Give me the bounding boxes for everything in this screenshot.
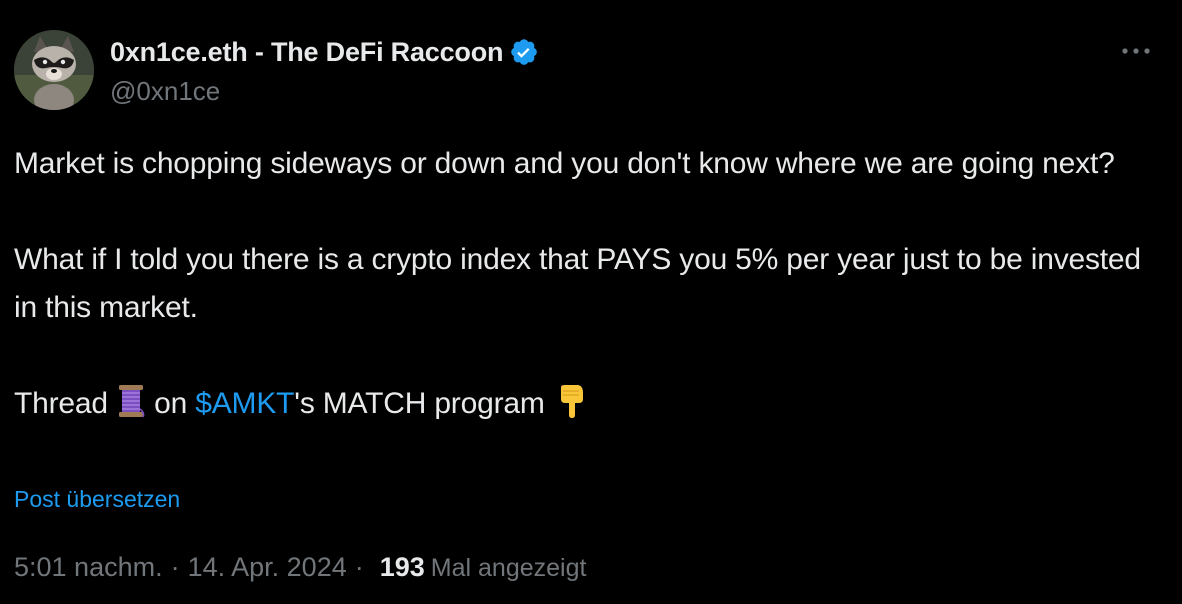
author-handle[interactable]: @0xn1ce [110,76,220,107]
author-name-row: 0xn1ce.eth - The DeFi Raccoon [110,34,539,70]
backhand-index-pointing-down-emoji [553,383,587,434]
tweet-meta: 5:01 nachm. · 14. Apr. 2024 · 193 Mal an… [14,552,586,583]
tweet-paragraph-3: Thread on $AMKT's MATCH program [14,380,1154,434]
verified-badge-icon[interactable] [509,37,539,67]
tweet-time[interactable]: 5:01 nachm. [14,552,163,583]
tweet-card: 0xn1ce.eth - The DeFi Raccoon @0xn1ce Ma… [0,0,1182,604]
spool-of-thread-emoji [116,383,146,434]
on-word: on [154,387,188,420]
tweet-paragraph-2: What if I told you there is a crypto ind… [14,243,1141,324]
meta-separator: · [170,552,180,582]
thread-word: Thread [14,387,108,420]
match-program-text: 's MATCH program [294,387,545,420]
tweet-date[interactable]: 14. Apr. 2024 [188,552,347,583]
meta-separator: · [354,552,364,582]
views-label: Mal angezeigt [430,554,587,582]
author-display-name[interactable]: 0xn1ce.eth - The DeFi Raccoon [110,37,504,68]
views-count: 193 [379,552,425,582]
tweet-text: Market is chopping sideways or down and … [14,140,1154,434]
tweet-paragraph-1: Market is chopping sideways or down and … [14,147,1115,180]
translate-post-link[interactable]: Post übersetzen [14,486,180,513]
raccoon-avatar[interactable] [14,30,94,110]
cashtag-link[interactable]: $AMKT [195,387,294,420]
more-options-icon[interactable] [1118,38,1154,64]
